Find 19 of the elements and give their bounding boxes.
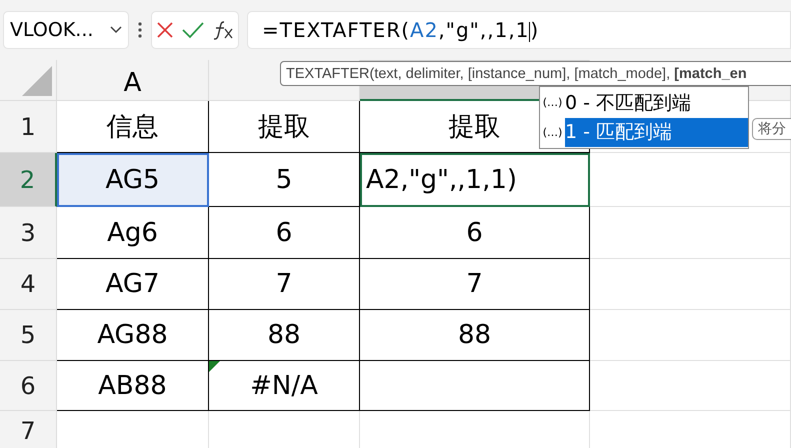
option-marker: (…) <box>542 126 564 139</box>
table-cell: 88 <box>360 310 590 361</box>
table-cell: 6 <box>360 207 590 259</box>
table-cell: 5 <box>209 153 360 207</box>
table-cell: 7 <box>209 259 360 310</box>
table-cell: AB88 <box>57 361 209 411</box>
table-cell: 信息 <box>57 101 209 153</box>
table-cell: AG7 <box>57 259 209 310</box>
function-tooltip: TEXTAFTER(text, delimiter, [instance_num], [match_mode], [match_en <box>280 61 791 86</box>
table-cell: Ag6 <box>57 207 209 259</box>
table-cell: AG5 <box>57 153 209 207</box>
table-cell: AG88 <box>57 310 209 361</box>
table-cell: A2,"g",,1,1) <box>360 153 590 207</box>
table-cell: #N/A <box>209 361 360 411</box>
table-cell: 提取 <box>209 101 360 153</box>
table-cell: 88 <box>209 310 360 361</box>
formula-text: =TEXTAFTER(A2,"g",,1,1) <box>262 18 540 42</box>
table-cell: 7 <box>360 259 590 310</box>
table-cell: 6 <box>209 207 360 259</box>
